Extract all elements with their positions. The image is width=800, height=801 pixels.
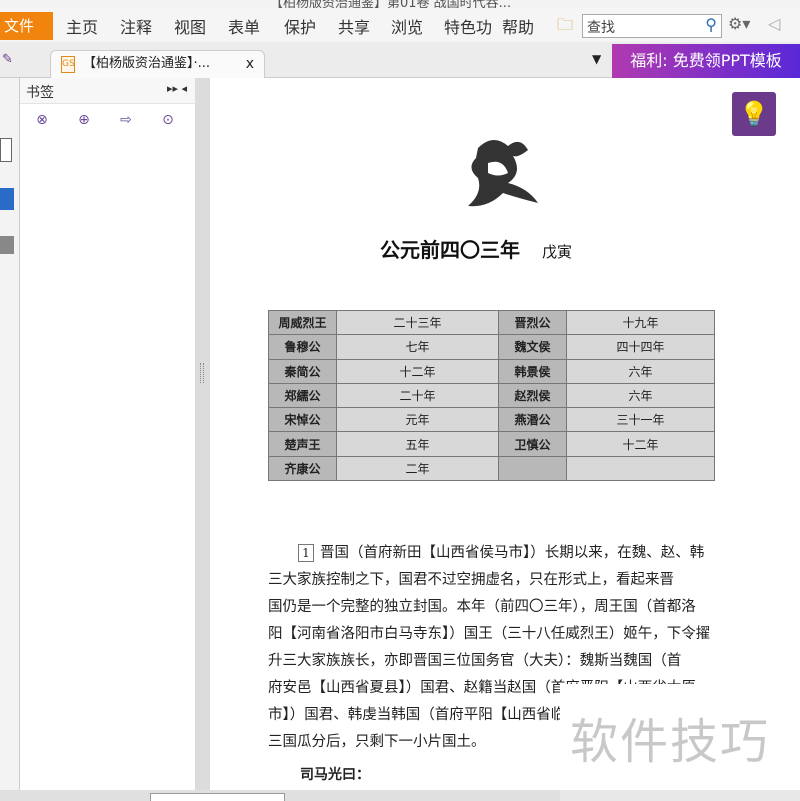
ruler-name: 郑繻公	[268, 382, 337, 409]
bookmarks-header: 书签 ▸▸ ◂	[20, 78, 195, 104]
reign-table: 周威烈王 二十三年 晋烈公 十九年 鲁穆公 七年 魏文侯 四十四年 秦简公 十二年 韩景侯 六年 郑繻公…	[268, 309, 715, 482]
ruler-name: 秦简公	[268, 358, 337, 384]
attachments-icon[interactable]	[0, 236, 14, 254]
menu-file[interactable]: 文件	[0, 12, 53, 40]
menu-browse[interactable]: 浏览	[391, 14, 423, 38]
tab-bar: ✎ GS 【柏杨版资治通鉴】·... x ▼ 福利: 免费领PPT模板	[0, 42, 800, 78]
reign-year: 二十三年	[336, 309, 499, 336]
page-thumbnail-icon[interactable]	[0, 138, 12, 162]
reign-year: 六年	[566, 382, 715, 409]
reign-year: 十二年	[336, 358, 499, 384]
ruler-name: 齐康公	[268, 455, 337, 482]
lightbulb-icon[interactable]: 💡	[732, 92, 776, 136]
signature-heading: 司马光曰：	[300, 767, 370, 783]
ruler-name: 赵烈侯	[498, 382, 567, 409]
page-title: 公元前四〇三年 戊寅	[380, 238, 573, 262]
paragraph-line: 阳【河南省洛阳市白马寺东】）国王（三十八任威烈王）姬午，下令擢	[268, 626, 711, 642]
reign-year: 四十四年	[566, 334, 715, 360]
table-row: 郑繻公 二十年 赵烈侯 六年	[268, 382, 715, 409]
paragraph-line: 1 晋国（首府新田【山西省侯马市】）长期以来，在魏、赵、韩	[268, 540, 718, 567]
status-bar	[0, 790, 560, 801]
collapse-left-icon[interactable]: ◁	[768, 14, 780, 33]
ganzhi: 戊寅	[542, 243, 573, 261]
gear-icon[interactable]: ⚙▾	[728, 14, 750, 33]
table-row: 宋悼公 元年 燕湣公 三十一年	[268, 407, 715, 433]
ruler-name: 楚声王	[268, 431, 337, 457]
add-bookmark-icon[interactable]: ⊕	[74, 112, 94, 132]
paragraph-line: 国仍是一个完整的独立封国。本年（前四〇三年），周王国（首都洛	[268, 599, 696, 615]
reign-year	[566, 455, 715, 482]
tab-dropdown-icon[interactable]: ▼	[592, 52, 601, 66]
panel-splitter[interactable]	[195, 78, 210, 790]
menu-home[interactable]: 主页	[66, 14, 98, 38]
reign-year: 五年	[336, 431, 499, 457]
reign-year: 二十年	[336, 382, 499, 409]
expand-bookmark-icon[interactable]: ⊙	[158, 112, 178, 132]
menu-help[interactable]: 帮助	[502, 14, 534, 38]
search-input[interactable]: 查找 ⚲	[582, 14, 722, 38]
promo-banner[interactable]: 福利: 免费领PPT模板	[612, 44, 800, 78]
reign-year: 六年	[566, 358, 715, 384]
panel-controls[interactable]: ▸▸ ◂	[167, 82, 187, 95]
tab-label: 【柏杨版资治通鉴】·...	[83, 56, 211, 71]
document-icon: GS	[61, 56, 75, 73]
ruler-name: 韩景侯	[498, 358, 567, 384]
ruler-name: 魏文侯	[498, 334, 567, 360]
reign-year: 十九年	[566, 309, 715, 336]
reign-year: 三十一年	[566, 407, 715, 433]
bookmarks-title: 书签	[26, 85, 54, 101]
table-row: 周威烈王 二十三年 晋烈公 十九年	[268, 309, 715, 336]
paragraph-number: 1	[298, 544, 314, 562]
reign-year: 二年	[336, 455, 499, 482]
reign-year: 元年	[336, 407, 499, 433]
ruler-name: 宋悼公	[268, 407, 337, 433]
quick-access-toolbar: 【柏杨版资治通鉴】第01卷 战国时代吞...	[0, 0, 800, 8]
menu-view[interactable]: 视图	[174, 14, 206, 38]
menu-share[interactable]: 共享	[338, 14, 370, 38]
delete-bookmark-icon[interactable]: ⊗	[32, 112, 52, 132]
table-row: 楚声王 五年 卫慎公 十二年	[268, 431, 715, 457]
page-number-input[interactable]	[150, 793, 285, 801]
document-tab[interactable]: GS 【柏杨版资治通鉴】·... x	[50, 50, 265, 78]
ruler-name: 周威烈王	[268, 309, 337, 336]
dragon-emblem-icon	[468, 139, 538, 207]
reign-year: 十二年	[566, 431, 715, 457]
paragraph-line: 升三大家族族长，亦即晋国三位国务官（大夫）：魏斯当魏国（首	[268, 653, 682, 669]
menu-protect[interactable]: 保护	[284, 14, 316, 38]
menu-bar: 文件 主页 注释 视图 表单 保护 共享 浏览 特色功 帮助 🗀 查找 ⚲ ⚙▾ …	[0, 8, 800, 42]
ruler-name: 晋烈公	[498, 309, 567, 336]
ruler-name	[498, 455, 567, 482]
menu-annotate[interactable]: 注释	[120, 14, 152, 38]
table-row: 秦简公 十二年 韩景侯 六年	[268, 358, 715, 384]
search-placeholder: 查找	[587, 20, 615, 36]
ruler-name: 燕湣公	[498, 407, 567, 433]
reign-year: 七年	[336, 334, 499, 360]
ruler-name: 卫慎公	[498, 431, 567, 457]
table-row: 鲁穆公 七年 魏文侯 四十四年	[268, 334, 715, 360]
folder-search-icon[interactable]: 🗀	[557, 14, 573, 41]
close-tab-icon[interactable]: x	[246, 51, 254, 77]
table-row: 齐康公 二年	[268, 455, 715, 482]
layers-icon[interactable]	[0, 188, 14, 210]
paragraph-line: 三大家族控制之下，国君不过空拥虚名，只在形式上，看起来晋	[268, 572, 674, 588]
app-logo-icon: ✎	[2, 52, 13, 67]
ruler-name: 鲁穆公	[268, 334, 337, 360]
watermark: 软件技巧	[560, 684, 800, 784]
menu-features[interactable]: 特色功	[444, 14, 494, 38]
menu-form[interactable]: 表单	[228, 14, 260, 38]
goto-bookmark-icon[interactable]: ⇨	[116, 112, 136, 132]
search-icon[interactable]: ⚲	[705, 15, 717, 34]
left-icon-strip	[0, 78, 20, 790]
bookmarks-panel: 书签 ▸▸ ◂ ⊗ ⊕ ⇨ ⊙	[20, 78, 195, 790]
window-title: 【柏杨版资治通鉴】第01卷 战国时代吞...	[270, 0, 512, 8]
